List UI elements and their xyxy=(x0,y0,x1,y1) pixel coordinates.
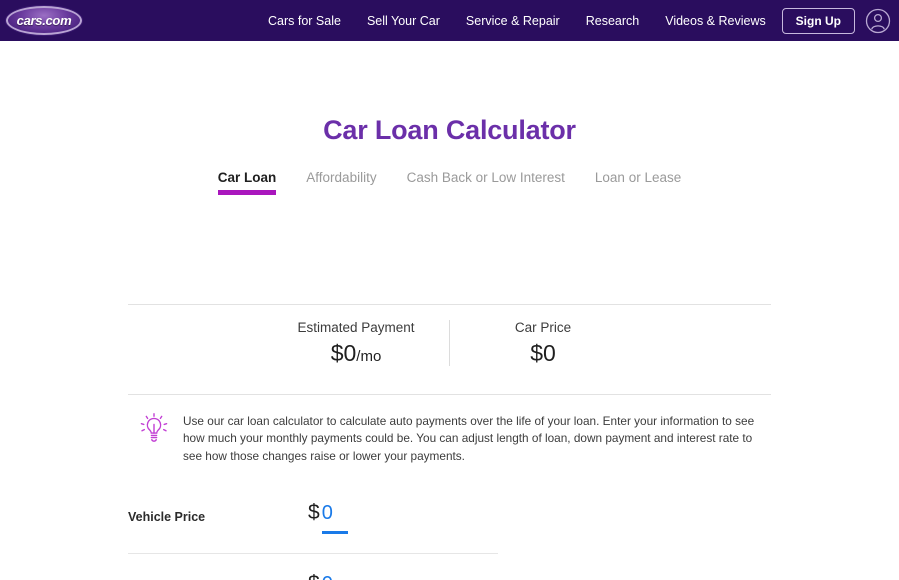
site-header: cars.com Cars for Sale Sell Your Car Ser… xyxy=(0,0,899,41)
vehicle-price-label: Vehicle Price xyxy=(128,510,206,524)
estimated-payment-value: $0 xyxy=(330,340,357,366)
tab-car-loan-label: Car Loan xyxy=(217,170,277,185)
car-price-label: Car Price xyxy=(514,320,572,335)
loan-input-form: Vehicle Price $ Down Payment $ Trade-In … xyxy=(128,483,498,580)
account-circle-icon[interactable] xyxy=(865,8,891,34)
page-title: Car Loan Calculator xyxy=(323,115,576,145)
tab-active-underline xyxy=(217,190,277,195)
sign-up-button[interactable]: Sign Up xyxy=(781,7,855,34)
tip-text: Use our car loan calculator to calculate… xyxy=(183,414,755,463)
vehicle-price-input-group: $ xyxy=(308,501,348,534)
lightbulb-icon xyxy=(140,413,168,442)
tab-cash-back-or-low-interest[interactable]: Cash Back or Low Interest xyxy=(407,170,565,195)
main-navigation: Cars for Sale Sell Your Car Service & Re… xyxy=(268,0,766,41)
nav-item-service-repair[interactable]: Service & Repair xyxy=(466,14,560,28)
estimated-payment-label: Estimated Payment xyxy=(297,320,415,335)
summary-vertical-divider xyxy=(449,320,450,366)
tab-affordability[interactable]: Affordability xyxy=(306,170,376,195)
nav-item-research[interactable]: Research xyxy=(586,14,640,28)
header-actions: Sign Up xyxy=(781,0,891,41)
down-payment-input[interactable] xyxy=(321,573,348,580)
estimated-payment-cell: Estimated Payment $0/mo xyxy=(271,320,441,367)
estimated-payment-suffix: /mo xyxy=(356,348,382,365)
summary-section: Estimated Payment $0/mo Car Price $0 xyxy=(128,320,771,367)
logo-text: cars.com xyxy=(16,12,72,28)
vehicle-price-input[interactable] xyxy=(321,502,348,534)
currency-symbol: $ xyxy=(308,572,320,580)
estimated-payment-value-wrap: $0/mo xyxy=(271,340,441,367)
form-row-down-payment: Down Payment $ xyxy=(128,554,498,580)
tab-car-loan[interactable]: Car Loan xyxy=(217,170,277,195)
divider-under-summary xyxy=(128,394,771,395)
tip-section: Use our car loan calculator to calculate… xyxy=(139,413,764,465)
logo-oval: cars.com xyxy=(6,5,82,35)
car-price-cell: Car Price $0 xyxy=(458,320,628,367)
calculator-tabs: Car Loan Affordability Cash Back or Low … xyxy=(0,170,899,195)
down-payment-input-group: $ xyxy=(308,572,348,580)
nav-item-cars-for-sale[interactable]: Cars for Sale xyxy=(268,14,341,28)
currency-symbol: $ xyxy=(308,501,320,524)
vehicle-price-labels: Vehicle Price xyxy=(128,501,308,524)
form-row-vehicle-price: Vehicle Price $ xyxy=(128,483,498,554)
tab-loan-or-lease-label: Loan or Lease xyxy=(594,170,682,185)
car-price-value: $0 xyxy=(530,340,556,366)
tab-affordability-label: Affordability xyxy=(306,170,377,185)
divider-under-tabs xyxy=(128,304,771,305)
tab-loan-or-lease[interactable]: Loan or Lease xyxy=(595,170,681,195)
calculator-page: Car Loan Calculator Car Loan Affordabili… xyxy=(0,115,899,580)
tab-cash-back-label: Cash Back or Low Interest xyxy=(406,170,565,185)
nav-item-sell-your-car[interactable]: Sell Your Car xyxy=(367,14,440,28)
cars-com-logo[interactable]: cars.com xyxy=(6,5,82,35)
down-payment-labels: Down Payment xyxy=(128,572,308,580)
nav-item-videos-reviews[interactable]: Videos & Reviews xyxy=(665,14,766,28)
